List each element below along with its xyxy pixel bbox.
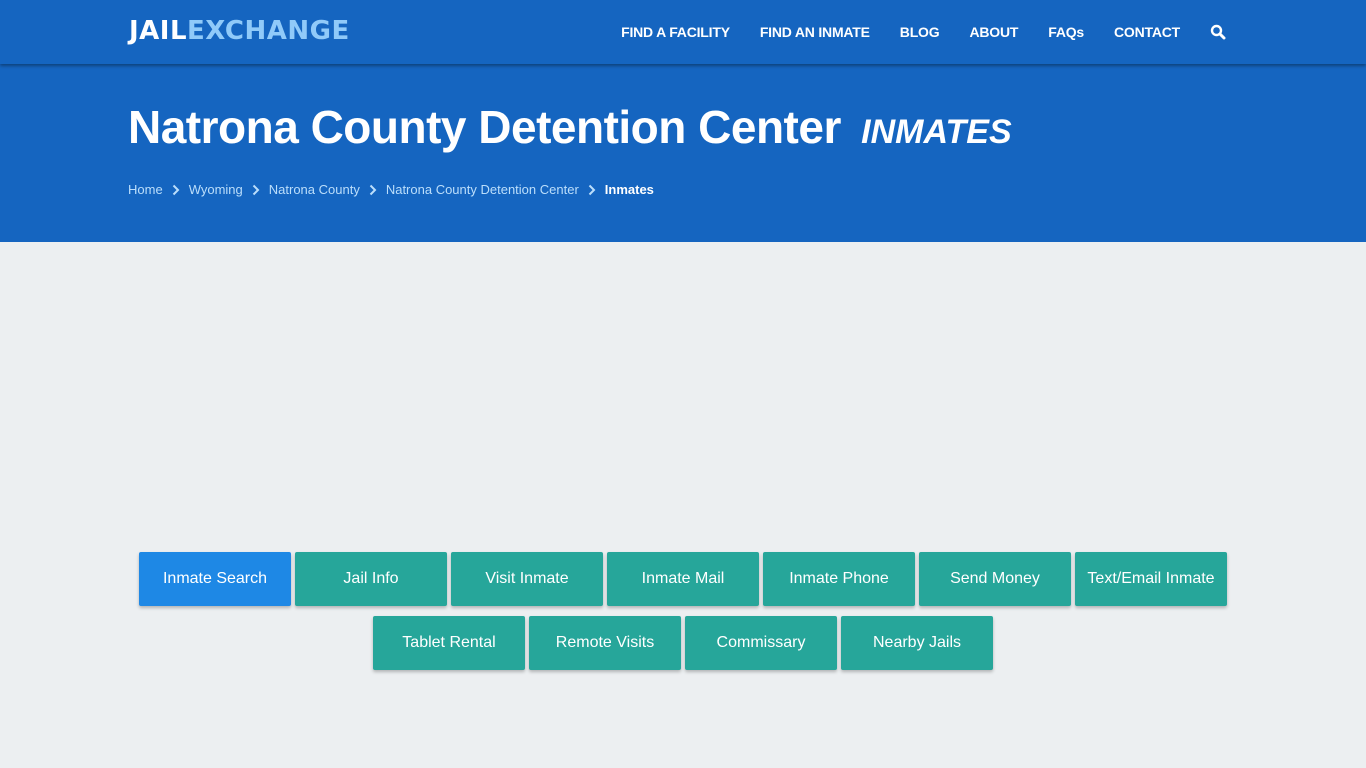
remote-visits-button[interactable]: Remote Visits	[529, 616, 681, 670]
main-nav: FIND A FACILITY FIND AN INMATE BLOG ABOU…	[591, 0, 1226, 64]
breadcrumb-wyoming[interactable]: Wyoming	[189, 182, 243, 197]
logo-part-exchange: EXCHANGE	[187, 16, 350, 46]
page-title: Natrona County Detention Center INMATES	[128, 100, 1012, 154]
breadcrumb-home[interactable]: Home	[128, 182, 163, 197]
chevron-right-icon	[588, 184, 596, 196]
jail-info-button[interactable]: Jail Info	[295, 552, 447, 606]
search-icon[interactable]	[1210, 24, 1226, 40]
tablet-rental-button[interactable]: Tablet Rental	[373, 616, 525, 670]
breadcrumb-current: Inmates	[604, 182, 654, 197]
breadcrumb-detention-center[interactable]: Natrona County Detention Center	[386, 182, 579, 197]
inmate-phone-button[interactable]: Inmate Phone	[763, 552, 915, 606]
breadcrumb-natrona-county[interactable]: Natrona County	[269, 182, 360, 197]
nav-blog[interactable]: BLOG	[900, 24, 940, 40]
top-navbar: JAILEXCHANGE FIND A FACILITY FIND AN INM…	[0, 0, 1366, 64]
facility-action-buttons: Inmate Search Jail Info Visit Inmate Inm…	[0, 552, 1366, 680]
chevron-right-icon	[172, 184, 180, 196]
nav-about[interactable]: ABOUT	[969, 24, 1018, 40]
nearby-jails-button[interactable]: Nearby Jails	[841, 616, 993, 670]
nav-contact[interactable]: CONTACT	[1114, 24, 1180, 40]
breadcrumb: Home Wyoming Natrona County Natrona Coun…	[128, 182, 654, 197]
page-title-main: Natrona County Detention Center	[128, 101, 841, 153]
nav-faqs[interactable]: FAQs	[1048, 24, 1084, 40]
text-email-inmate-button[interactable]: Text/Email Inmate	[1075, 552, 1227, 606]
hero-banner: Natrona County Detention Center INMATES …	[0, 64, 1366, 242]
logo-part-jail: JAIL	[129, 16, 188, 46]
logo[interactable]: JAILEXCHANGE	[129, 16, 350, 46]
nav-find-a-facility[interactable]: FIND A FACILITY	[621, 24, 730, 40]
inmate-search-button[interactable]: Inmate Search	[139, 552, 291, 606]
nav-find-an-inmate[interactable]: FIND AN INMATE	[760, 24, 870, 40]
page-title-subtitle: INMATES	[861, 113, 1012, 151]
send-money-button[interactable]: Send Money	[919, 552, 1071, 606]
chevron-right-icon	[369, 184, 377, 196]
visit-inmate-button[interactable]: Visit Inmate	[451, 552, 603, 606]
chevron-right-icon	[252, 184, 260, 196]
commissary-button[interactable]: Commissary	[685, 616, 837, 670]
inmate-mail-button[interactable]: Inmate Mail	[607, 552, 759, 606]
